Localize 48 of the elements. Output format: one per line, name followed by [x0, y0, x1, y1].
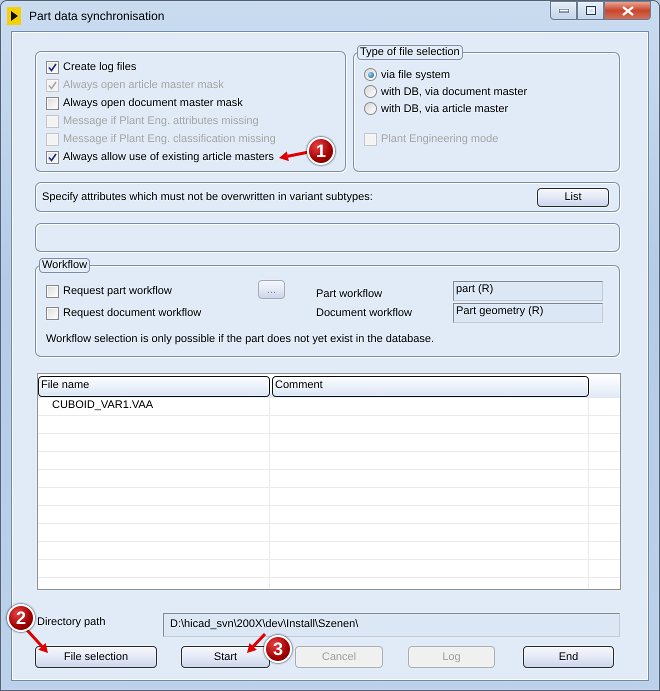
callout-arrow — [279, 150, 310, 162]
maximize-button[interactable] — [577, 1, 604, 20]
checkbox[interactable] — [46, 96, 59, 110]
checkbox-label: Request document workflow — [63, 307, 202, 319]
instruction-text: Specify attributes which must not be overwritten in variant subtypes: — [42, 191, 373, 203]
radio-label: with DB, via article master — [381, 102, 508, 114]
radio-label: with DB, via document master — [381, 86, 528, 98]
column-header[interactable]: Comment — [272, 376, 589, 397]
group-title: Workflow — [39, 258, 90, 273]
checkbox-label: Request part workflow — [63, 285, 172, 297]
checkbox-label: Message if Plant Eng. classification missing — [63, 133, 276, 145]
radio-label: via file system — [381, 68, 450, 80]
workflow-field[interactable]: part (R) — [453, 281, 603, 301]
checkbox-label: Always open document master mask — [63, 97, 243, 109]
callout-arrow — [247, 632, 266, 653]
close-icon — [622, 6, 634, 16]
callout-arrow — [26, 628, 48, 653]
group-title: Type of file selection — [357, 45, 463, 60]
radio-button[interactable] — [364, 102, 377, 115]
file-selection-button[interactable]: File selection — [35, 646, 157, 668]
workflow-field[interactable]: Part geometry (R) — [453, 303, 603, 323]
checkbox-label: Create log files — [63, 61, 136, 73]
minimize-button[interactable] — [550, 1, 577, 20]
field-label: Directory path — [37, 616, 106, 628]
radio-button[interactable] — [364, 68, 377, 81]
app-icon — [7, 7, 21, 25]
checkbox[interactable] — [46, 284, 59, 298]
column-header[interactable]: File name — [38, 376, 270, 397]
checkbox[interactable] — [46, 306, 59, 320]
directory-field[interactable]: D:\hicad_svn\200X\dev\Install\Szenen\ — [163, 613, 620, 637]
checkbox-label: Plant Engineering mode — [381, 133, 498, 145]
minimize-icon — [558, 8, 568, 12]
list-button[interactable]: List — [537, 188, 609, 206]
window-title: Part data synchronisation — [29, 9, 164, 23]
checkbox-label: Always open article master mask — [63, 79, 224, 91]
checkbox-label: Always allow use of existing article masters — [63, 151, 274, 163]
checkbox[interactable] — [46, 150, 59, 164]
checkbox[interactable] — [46, 60, 59, 74]
radio-button[interactable] — [364, 85, 377, 98]
maximize-icon — [586, 6, 596, 15]
end-button[interactable]: End — [523, 646, 614, 668]
start-button[interactable]: Start — [181, 646, 270, 668]
field-label: Document workflow — [316, 307, 413, 319]
field-label: Part workflow — [316, 288, 384, 300]
checkbox-label: Message if Plant Eng. attributes missing — [63, 115, 259, 127]
note-text: Workflow selection is only possible if the part does not yet exist in the database. — [46, 333, 436, 345]
table-cell: CUBOID_VAR1.VAA — [38, 398, 270, 415]
close-button[interactable] — [604, 1, 651, 20]
